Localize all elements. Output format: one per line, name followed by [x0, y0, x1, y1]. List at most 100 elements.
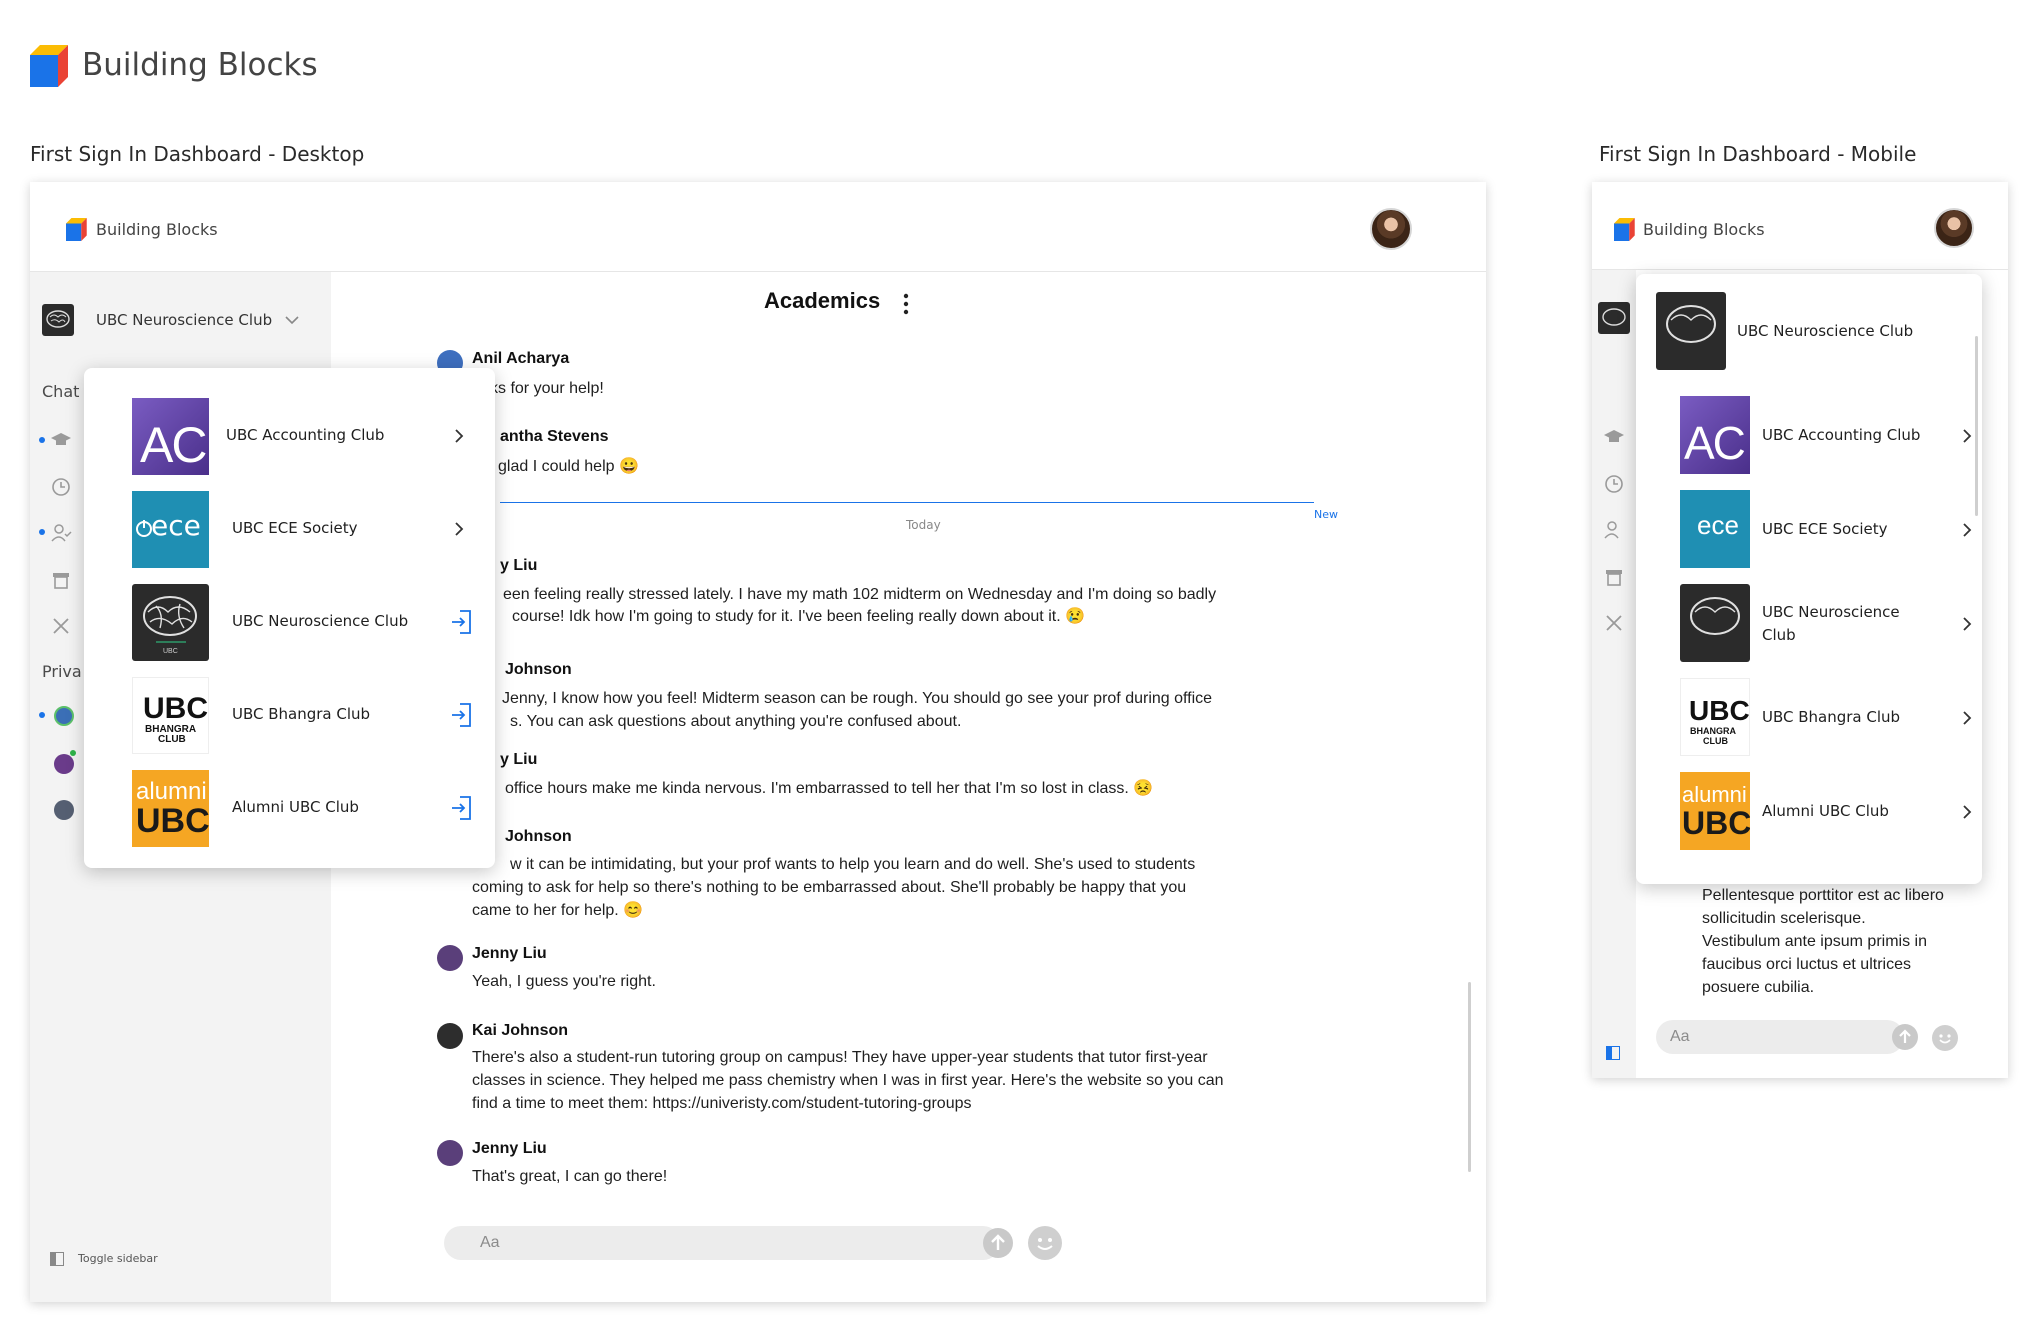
- message-text: That's great, I can go there!: [472, 1168, 668, 1185]
- logo-text: UBC: [1689, 695, 1750, 726]
- message-text: sollicitudin scelerisque.: [1702, 910, 1866, 927]
- message-text: There's also a student-run tutoring grou…: [472, 1049, 1208, 1066]
- clock-icon[interactable]: [1603, 473, 1625, 495]
- message-text: came to her for help. 😊: [472, 902, 644, 919]
- club-option-label: UBC ECE Society: [1762, 520, 1888, 538]
- message-author: Jenny Liu: [472, 1140, 547, 1157]
- unread-dot: [39, 437, 45, 443]
- alumni-club-logo: alumni UBC: [1680, 772, 1750, 850]
- chevron-right-icon[interactable]: [1962, 616, 1972, 632]
- club-option-bhangra[interactable]: UBC BHANGRA CLUB UBC Bhangra Club: [1636, 678, 1982, 756]
- chevron-right-icon[interactable]: [1962, 804, 1972, 820]
- enter-icon[interactable]: [450, 795, 472, 821]
- chevron-right-icon[interactable]: [1962, 522, 1972, 538]
- logo-text: ece: [151, 509, 201, 542]
- club-option-alumni[interactable]: alumni UBC Alumni UBC Club: [84, 770, 495, 848]
- topbar-brand-name[interactable]: Building Blocks: [1643, 220, 1765, 239]
- message-author: Kai Johnson: [472, 1022, 569, 1039]
- arrow-up-icon: [1899, 1029, 1911, 1043]
- utensils-icon[interactable]: [50, 615, 72, 637]
- club-option-alumni[interactable]: alumni UBC Alumni UBC Club: [1636, 772, 1982, 850]
- online-dot: [70, 750, 76, 756]
- club-option-neuroscience[interactable]: UBC UBC Neuroscience Club: [84, 584, 495, 662]
- user-check-icon[interactable]: [1603, 519, 1625, 541]
- send-button[interactable]: [983, 1228, 1013, 1258]
- more-vertical-icon[interactable]: [902, 293, 910, 315]
- private-chat-avatar[interactable]: [54, 800, 74, 820]
- message-text: Yeah, I guess you're right.: [472, 973, 656, 990]
- toggle-sidebar-label[interactable]: Toggle sidebar: [78, 1252, 158, 1265]
- chevron-right-icon[interactable]: [1962, 710, 1972, 726]
- chevron-right-icon[interactable]: [454, 428, 464, 444]
- club-option-label: UBC Accounting Club: [226, 426, 385, 444]
- message-text: glad I could help 😀: [498, 458, 639, 475]
- user-check-icon[interactable]: [50, 522, 72, 544]
- club-switcher[interactable]: UBC Neuroscience Club: [42, 300, 322, 340]
- message-avatar: [437, 945, 463, 971]
- club-option-label: UBC ECE Society: [232, 519, 358, 537]
- message-input[interactable]: Aa: [1670, 1028, 1690, 1046]
- club-dropdown: AC UBC Accounting Club ece UBC ECE Socie…: [84, 368, 495, 868]
- archive-icon[interactable]: [50, 569, 72, 591]
- brain-icon: [1602, 308, 1626, 326]
- brand-name: Building Blocks: [82, 47, 318, 83]
- neuroscience-club-logo: [1680, 584, 1750, 662]
- logo-text: UBC: [163, 648, 178, 655]
- message-text: classes in science. They helped me pass …: [472, 1072, 1224, 1089]
- message-input[interactable]: Aa: [480, 1234, 500, 1252]
- message-author: antha Stevens: [500, 428, 609, 445]
- graduation-cap-icon[interactable]: [1603, 426, 1625, 448]
- divider-date-label: Today: [906, 518, 941, 532]
- logo-text: CLUB: [1703, 736, 1728, 746]
- topbar-brand-name[interactable]: Building Blocks: [96, 220, 218, 239]
- chevron-down-icon[interactable]: [284, 315, 300, 325]
- utensils-icon[interactable]: [1603, 612, 1625, 634]
- message-text: Vestibulum ante ipsum primis in: [1702, 933, 1927, 950]
- mobile-sidebar: [1592, 270, 1636, 1078]
- club-option-neuroscience[interactable]: UBC Neuroscience Club: [1636, 584, 1982, 662]
- chat-title: Academics: [764, 288, 881, 313]
- current-club-name: UBC Neuroscience Club: [96, 311, 273, 329]
- archive-icon[interactable]: [1603, 566, 1625, 588]
- logo-text: BHANGRA: [1690, 726, 1736, 736]
- cube-logo-icon: [66, 218, 87, 241]
- chat-scrollbar[interactable]: [1468, 982, 1471, 1172]
- club-option-label: UBC Neuroscience: [1762, 603, 1900, 621]
- toggle-sidebar-icon[interactable]: [1606, 1046, 1620, 1060]
- message-author: y Liu: [500, 751, 538, 768]
- user-avatar[interactable]: [1370, 208, 1412, 250]
- logo-text: AC: [1684, 417, 1746, 469]
- message-text: posuere cubilia.: [1702, 979, 1815, 996]
- chevron-right-icon[interactable]: [454, 521, 464, 537]
- club-option-accounting[interactable]: AC UBC Accounting Club: [1636, 396, 1982, 474]
- club-option-bhangra[interactable]: UBC BHANGRA CLUB UBC Bhangra Club: [84, 677, 495, 755]
- message-author: Anil Acharya: [472, 350, 570, 367]
- private-chat-avatar[interactable]: [54, 706, 74, 726]
- message-text: Pellentesque porttitor est ac libero: [1702, 887, 1944, 904]
- clock-icon[interactable]: [50, 476, 72, 498]
- send-button[interactable]: [1892, 1024, 1918, 1050]
- club-dropdown: UBC Neuroscience Club AC UBC Accounting …: [1636, 274, 1982, 884]
- current-club-header[interactable]: UBC Neuroscience Club: [1636, 292, 1982, 370]
- neuroscience-club-thumb[interactable]: [1598, 302, 1630, 334]
- toggle-sidebar-icon[interactable]: [50, 1252, 64, 1266]
- club-option-label: UBC Neuroscience Club: [232, 612, 409, 630]
- chevron-right-icon[interactable]: [1962, 428, 1972, 444]
- logo-text: UBC: [143, 692, 208, 725]
- emoji-button[interactable]: [1028, 1226, 1062, 1260]
- message-composer[interactable]: Aa: [1656, 1020, 1904, 1054]
- private-chat-avatar[interactable]: [54, 754, 74, 774]
- emoji-button[interactable]: [1932, 1025, 1958, 1051]
- club-option-accounting[interactable]: AC UBC Accounting Club: [84, 398, 495, 476]
- message-text: faucibus orci luctus et ultrices: [1702, 956, 1911, 973]
- dropdown-scrollbar[interactable]: [1975, 336, 1978, 516]
- message-composer[interactable]: Aa: [444, 1226, 1000, 1260]
- club-option-ece[interactable]: ece UBC ECE Society: [1636, 490, 1982, 568]
- user-avatar[interactable]: [1934, 208, 1974, 248]
- chats-section-label: Chat: [42, 382, 80, 401]
- club-option-ece[interactable]: ece UBC ECE Society: [84, 491, 495, 569]
- enter-icon[interactable]: [450, 609, 472, 635]
- enter-icon[interactable]: [450, 702, 472, 728]
- graduation-cap-icon[interactable]: [50, 429, 72, 451]
- logo-text: AC: [140, 417, 207, 473]
